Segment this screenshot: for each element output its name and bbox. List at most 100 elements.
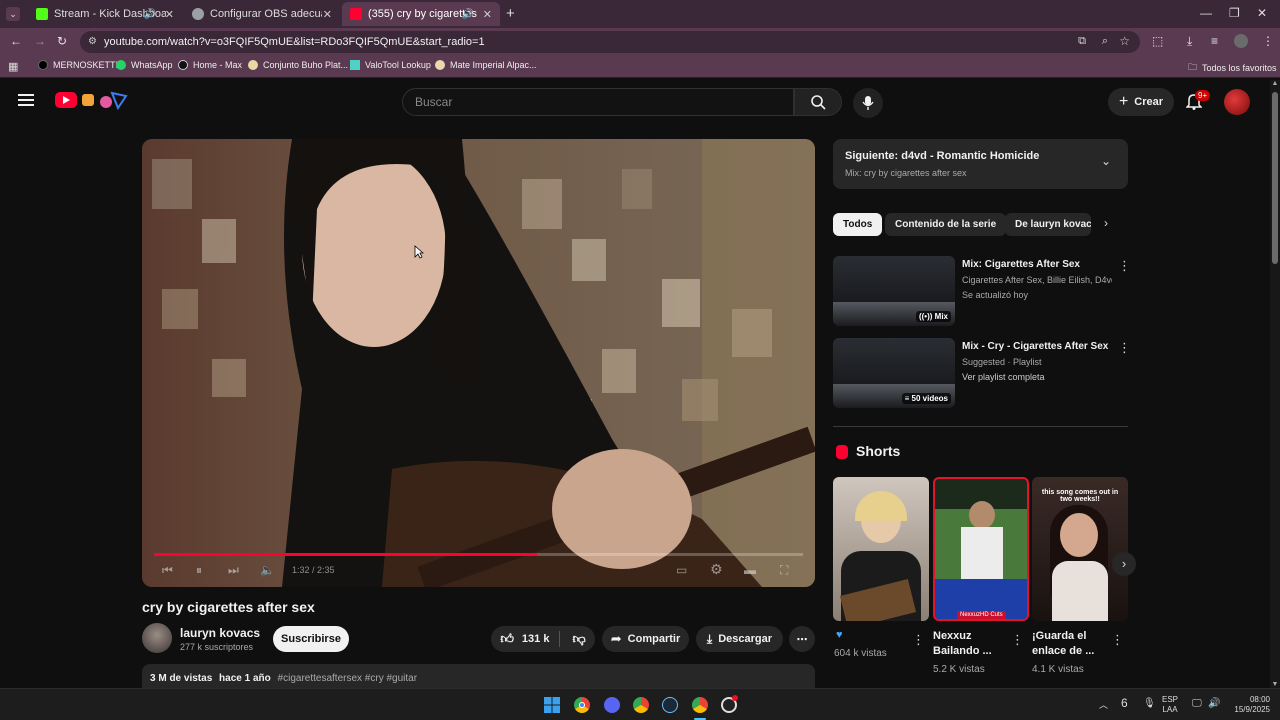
subscribe-button[interactable]: Suscribirse [273, 626, 349, 652]
channel-name[interactable]: lauryn kovacs [180, 626, 260, 640]
search-input[interactable]: Buscar [402, 88, 794, 116]
fullscreen-icon[interactable]: ⛶ [780, 563, 788, 578]
close-tab-icon[interactable]: ✕ [323, 8, 332, 21]
previous-icon[interactable]: ⏮ [162, 563, 173, 578]
bookmark-mernosketti[interactable]: MERNOSKETTI [38, 60, 118, 70]
short-thumbnail[interactable]: this song comes out in two weeks!! [1032, 477, 1128, 621]
minimize-icon[interactable]: — [1200, 6, 1212, 20]
scrollbar-thumb[interactable] [1272, 92, 1278, 264]
audio-icon[interactable]: 🔊 [144, 9, 156, 20]
account-avatar[interactable] [1224, 89, 1250, 115]
back-icon[interactable]: ← [10, 34, 22, 48]
media-icon[interactable]: ≡ [1211, 34, 1218, 48]
channel-avatar[interactable] [142, 623, 172, 653]
more-vert-icon[interactable]: ⋮ [1111, 632, 1124, 648]
bookmark-valotool[interactable]: ValoTool Lookup [350, 60, 431, 70]
chrome-active-icon[interactable] [692, 697, 708, 713]
extensions-icon[interactable]: ⬚ [1152, 34, 1163, 48]
settings-gear-icon[interactable]: ⚙ [710, 561, 723, 578]
forward-icon[interactable]: → [34, 34, 46, 48]
doodle-logo-icon[interactable] [80, 90, 128, 111]
tab-kick-dashboard[interactable]: Stream - Kick Dashboard 🔊 ✕ [28, 2, 182, 26]
tab-configurar-obs[interactable]: Configurar OBS adecuadamente ✕ [184, 2, 340, 26]
chevron-down-icon[interactable]: ⌄ [1101, 154, 1111, 168]
scroll-down-icon[interactable]: ▼ [1270, 681, 1280, 688]
chevron-right-icon[interactable]: › [1104, 216, 1108, 230]
speaker-icon[interactable]: 🔊 [1208, 699, 1220, 709]
network-icon[interactable]: 🖵 [1192, 699, 1202, 709]
bookmark-whatsapp[interactable]: WhatsApp [116, 60, 173, 70]
view-full-playlist-link[interactable]: Ver playlist completa [962, 372, 1045, 382]
page-scrollbar[interactable]: ▲ ▼ [1270, 80, 1280, 688]
steam-icon[interactable] [662, 697, 678, 713]
playlist-title[interactable]: Mix: Cigarettes After Sex [962, 259, 1080, 270]
install-icon[interactable]: ⧉ [1078, 35, 1086, 48]
progress-track[interactable] [154, 553, 803, 556]
tab-search-icon[interactable]: ⌄ [6, 7, 20, 21]
voice-search-button[interactable] [853, 88, 883, 118]
reload-icon[interactable]: ↻ [57, 34, 67, 48]
hamburger-menu-icon[interactable] [18, 94, 34, 106]
close-window-icon[interactable]: ✕ [1257, 6, 1267, 20]
playlist-title[interactable]: Mix - Cry - Cigarettes After Sex [962, 341, 1108, 352]
shorts-next-button[interactable]: › [1112, 552, 1136, 576]
more-actions-button[interactable]: ⋯ [789, 626, 815, 652]
bookmark-home-max[interactable]: Home - Max [178, 60, 242, 70]
search-button[interactable] [794, 88, 842, 116]
bookmark-star-icon[interactable]: ☆ [1119, 34, 1130, 48]
short-title[interactable]: Nexxuz Bailando ... [933, 629, 992, 659]
like-button[interactable]: 👍︎ 131 k [500, 631, 561, 647]
weather-indicator[interactable]: 6 [1121, 697, 1128, 709]
more-vert-icon[interactable]: ⋮ [1011, 632, 1024, 648]
youtube-logo[interactable] [55, 92, 77, 108]
next-icon[interactable]: ⏭ [228, 563, 239, 578]
playlist-thumbnail[interactable]: ((•)) Mix [833, 256, 955, 326]
windows-start-icon[interactable] [544, 697, 560, 713]
hashtags[interactable]: #cigarettesaftersex #cry #guitar [278, 673, 418, 684]
short-thumbnail[interactable]: NexxuzHD Cuts [933, 477, 1029, 621]
video-player[interactable]: ⏮ ⏸ ⏭ 🔈 1:32 / 2:35 ▭ ⚙ ▬ ⛶ [142, 139, 815, 587]
chip-contenido-serie[interactable]: Contenido de la serie [885, 213, 1007, 236]
close-tab-icon[interactable]: ✕ [165, 8, 174, 21]
subtitles-icon[interactable]: ▭ [676, 563, 687, 577]
bookmark-mate-imperial[interactable]: Mate Imperial Alpac... [435, 60, 537, 70]
profile-avatar[interactable] [1234, 34, 1248, 48]
chip-todos[interactable]: Todos [833, 213, 883, 236]
short-title[interactable]: ¡Guarda el enlace de ... [1032, 629, 1094, 659]
playlist-thumbnail[interactable]: ≡ 50 videos [833, 338, 955, 408]
chrome-icon[interactable] [574, 697, 590, 713]
apps-grid-icon[interactable]: ▦ [8, 60, 18, 73]
scroll-up-icon[interactable]: ▲ [1270, 80, 1280, 87]
maximize-icon[interactable]: ❐ [1229, 6, 1240, 20]
url-input[interactable]: ⚙ youtube.com/watch?v=o3FQIF5QmUE&list=R… [80, 31, 1140, 53]
mic-tray-icon[interactable]: 🎙 [1143, 699, 1156, 709]
create-button[interactable]: + Crear [1108, 88, 1174, 116]
share-button[interactable]: ➦ Compartir [602, 626, 689, 652]
up-next-panel[interactable]: Siguiente: d4vd - Romantic Homicide Mix:… [833, 139, 1128, 189]
tray-overflow-icon[interactable]: ︿ [1099, 700, 1108, 710]
clock[interactable]: 08:00 15/9/2025 [1226, 695, 1270, 715]
more-vert-icon[interactable]: ⋮ [1118, 258, 1131, 274]
chrome-alt-icon[interactable] [633, 697, 649, 713]
new-tab-button[interactable]: + [506, 5, 515, 22]
more-vert-icon[interactable]: ⋮ [912, 632, 925, 648]
dislike-button[interactable]: 👎︎ [566, 631, 585, 647]
pause-icon[interactable]: ⏸ [196, 563, 202, 578]
all-bookmarks[interactable]: 🗀 Todos los favoritos [1188, 60, 1277, 76]
close-tab-icon[interactable]: ✕ [483, 8, 492, 21]
short-thumbnail[interactable] [833, 477, 929, 621]
tab-youtube[interactable]: (355) cry by cigarettes after sex 🔊 ✕ [342, 2, 500, 26]
download-button[interactable]: ⤓ Descargar [696, 626, 783, 652]
language-indicator[interactable]: ESP LAA [1162, 695, 1178, 715]
bookmark-conjunto-buho[interactable]: Conjunto Buho Plat... [248, 60, 348, 70]
theater-mode-icon[interactable]: ▬ [744, 563, 756, 577]
zoom-icon[interactable]: ⌕ [1102, 35, 1108, 48]
discord-icon[interactable] [604, 697, 620, 713]
audio-icon[interactable]: 🔊 [462, 9, 474, 20]
chip-de-lauryn-kovacs[interactable]: De lauryn kovacs [1005, 213, 1091, 236]
volume-icon[interactable]: 🔈 [260, 563, 275, 577]
download-icon[interactable]: ⤓ [1187, 34, 1192, 49]
site-info-icon[interactable]: ⚙ [88, 36, 97, 47]
more-vert-icon[interactable]: ⋮ [1118, 340, 1131, 356]
menu-kebab-icon[interactable]: ⋮ [1262, 34, 1274, 48]
